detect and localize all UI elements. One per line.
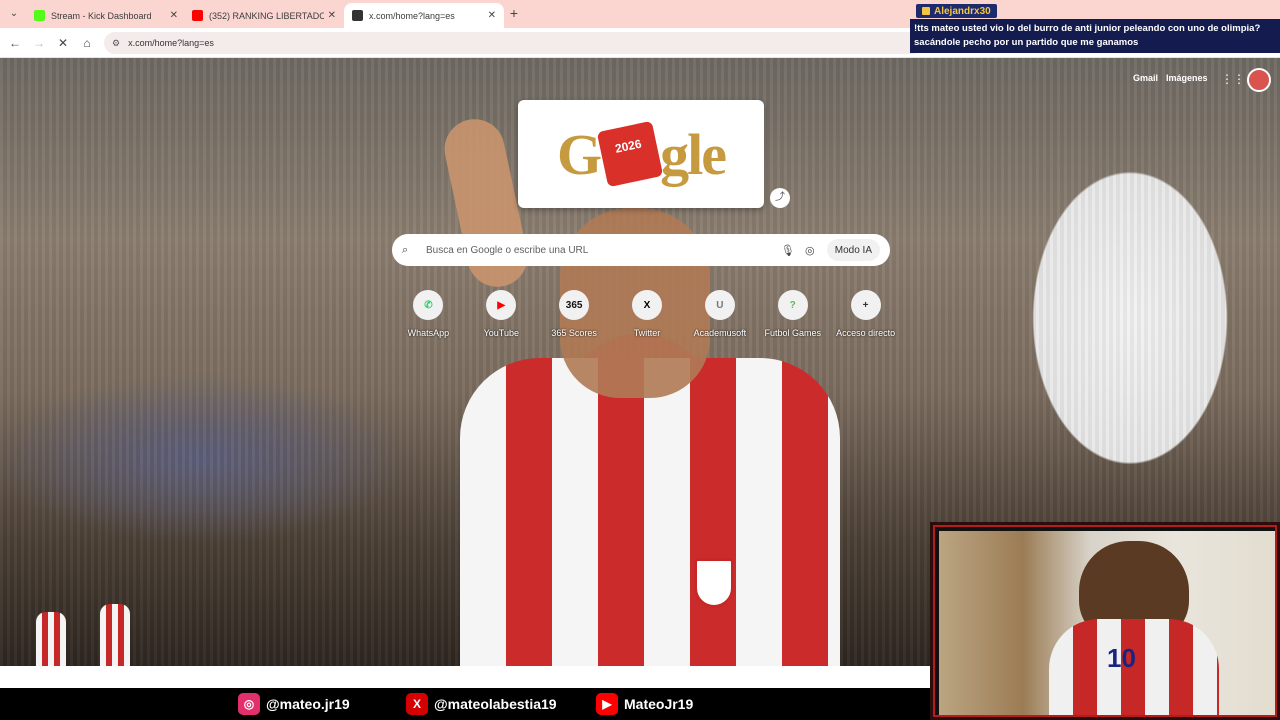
new-tab-icon[interactable]: + [506,5,522,21]
webcam-overlay: 10 [930,522,1280,720]
shortcut-label: Academusoft [693,328,747,338]
social-handle: ◎ @mateo.jr19 [238,693,350,715]
social-bar: ◎ @mateo.jr19 X @mateolabestia19 ▶ MateoJr19 [0,688,930,720]
social-handle: ▶ MateoJr19 [596,693,693,715]
tab-ranking-libertadores[interactable]: (352) RANKING LIBERTADORES ✕ [184,3,344,28]
background-image [694,558,734,608]
close-icon[interactable]: ✕ [328,10,336,21]
badge-icon [922,7,930,15]
shortcut-label: YouTube [483,328,519,338]
webcam-feed: 10 [939,531,1275,715]
ai-mode-button[interactable]: Modo IA [826,239,880,261]
shortcut-item[interactable]: U Academusoft [683,290,756,338]
search-input[interactable] [426,244,777,256]
site-info-icon[interactable]: ⚙ [112,38,120,49]
chat-message: !tts mateo usted vio lo del burro de ant… [910,19,1280,53]
images-link[interactable]: Imágenes [1166,73,1208,83]
shortcut-item[interactable]: + Acceso directo [829,290,902,338]
ai-mode-label: Modo IA [834,244,872,256]
google-lens-icon[interactable]: ◎ [799,244,821,257]
social-handle-text: @mateo.jr19 [266,696,350,712]
streamer-jersey: 10 [1049,619,1219,715]
chat-overlay: Alejandrx30 !tts mateo usted vio lo del … [910,4,1280,53]
social-handle: X @mateolabestia19 [406,693,557,715]
forward-icon[interactable]: → [30,34,48,52]
social-handle-text: @mateolabestia19 [434,696,557,712]
google-apps-icon[interactable]: ⋮⋮ [1221,72,1245,86]
social-handle-text: MateoJr19 [624,696,694,712]
home-icon[interactable]: ⌂ [78,34,96,52]
tab-title: Stream - Kick Dashboard [51,10,152,21]
avatar[interactable] [1247,68,1271,92]
loading-icon [352,10,363,21]
shortcut-item[interactable]: ▶ YouTube [465,290,538,338]
gmail-link[interactable]: Gmail [1133,73,1158,83]
doodle-letters: G [557,121,602,187]
shortcut-item[interactable]: 365 365 Scores [538,290,611,338]
shortcut-label: Futbol Games [764,328,821,338]
search-box[interactable]: ⌕ 🎙 ◎ Modo IA [392,234,890,266]
chat-username-badge: Alejandrx30 [916,4,997,18]
youtube-icon: ▶ [486,290,517,320]
background-image [460,358,840,666]
tab-kick-dashboard[interactable]: Stream - Kick Dashboard ✕ [26,3,186,28]
footer-strip [0,666,930,688]
shortcut-label: Twitter [633,328,661,338]
close-icon[interactable]: ✕ [170,10,178,21]
doodle-book: 2026 [596,120,664,188]
shortcut-label: WhatsApp [407,328,450,338]
365scores-icon: 365 [559,290,590,320]
add-shortcut-icon: + [850,290,881,320]
kick-icon [34,10,45,21]
x-icon: X [632,290,662,320]
share-icon[interactable]: ⤴ [770,188,790,208]
back-icon[interactable]: ← [6,34,24,52]
youtube-icon: ▶ [596,693,618,715]
microphone-icon[interactable]: 🎙 [777,244,799,257]
address-bar[interactable]: ⚙ x.com/home?lang=es [104,32,924,54]
tab-title: x.com/home?lang=es [369,10,455,21]
tab-title: (352) RANKING LIBERTADORES [209,10,324,21]
shortcut-item[interactable]: ✆ WhatsApp [392,290,465,338]
tab-search-chevron-icon[interactable]: ⌄ [6,6,22,22]
jersey-number: 10 [1107,643,1136,673]
futbol-games-icon: ? [777,290,808,320]
shortcut-label: Acceso directo [836,328,896,338]
close-icon[interactable]: ✕ [488,10,496,21]
search-icon: ⌕ [402,243,409,256]
url-text: x.com/home?lang=es [128,38,214,48]
tab-x-home[interactable]: x.com/home?lang=es ✕ [344,3,504,28]
google-doodle[interactable]: G 2026 gle [518,100,764,208]
shortcut-item[interactable]: X Twitter [611,290,684,338]
youtube-icon [192,10,203,21]
instagram-icon: ◎ [238,693,260,715]
whatsapp-icon: ✆ [413,290,444,320]
shortcuts-grid: ✆ WhatsApp ▶ YouTube 365 365 Scores X Twitter U A… [392,290,902,338]
chat-username: Alejandrx30 [934,5,991,17]
shortcut-item[interactable]: ? Futbol Games [756,290,829,338]
x-icon: X [406,693,428,715]
shortcut-label: 365 Scores [551,328,597,338]
stop-loading-icon[interactable]: ✕ [54,34,72,52]
academusoft-icon: U [704,290,735,320]
doodle-letters: gle [660,121,727,187]
